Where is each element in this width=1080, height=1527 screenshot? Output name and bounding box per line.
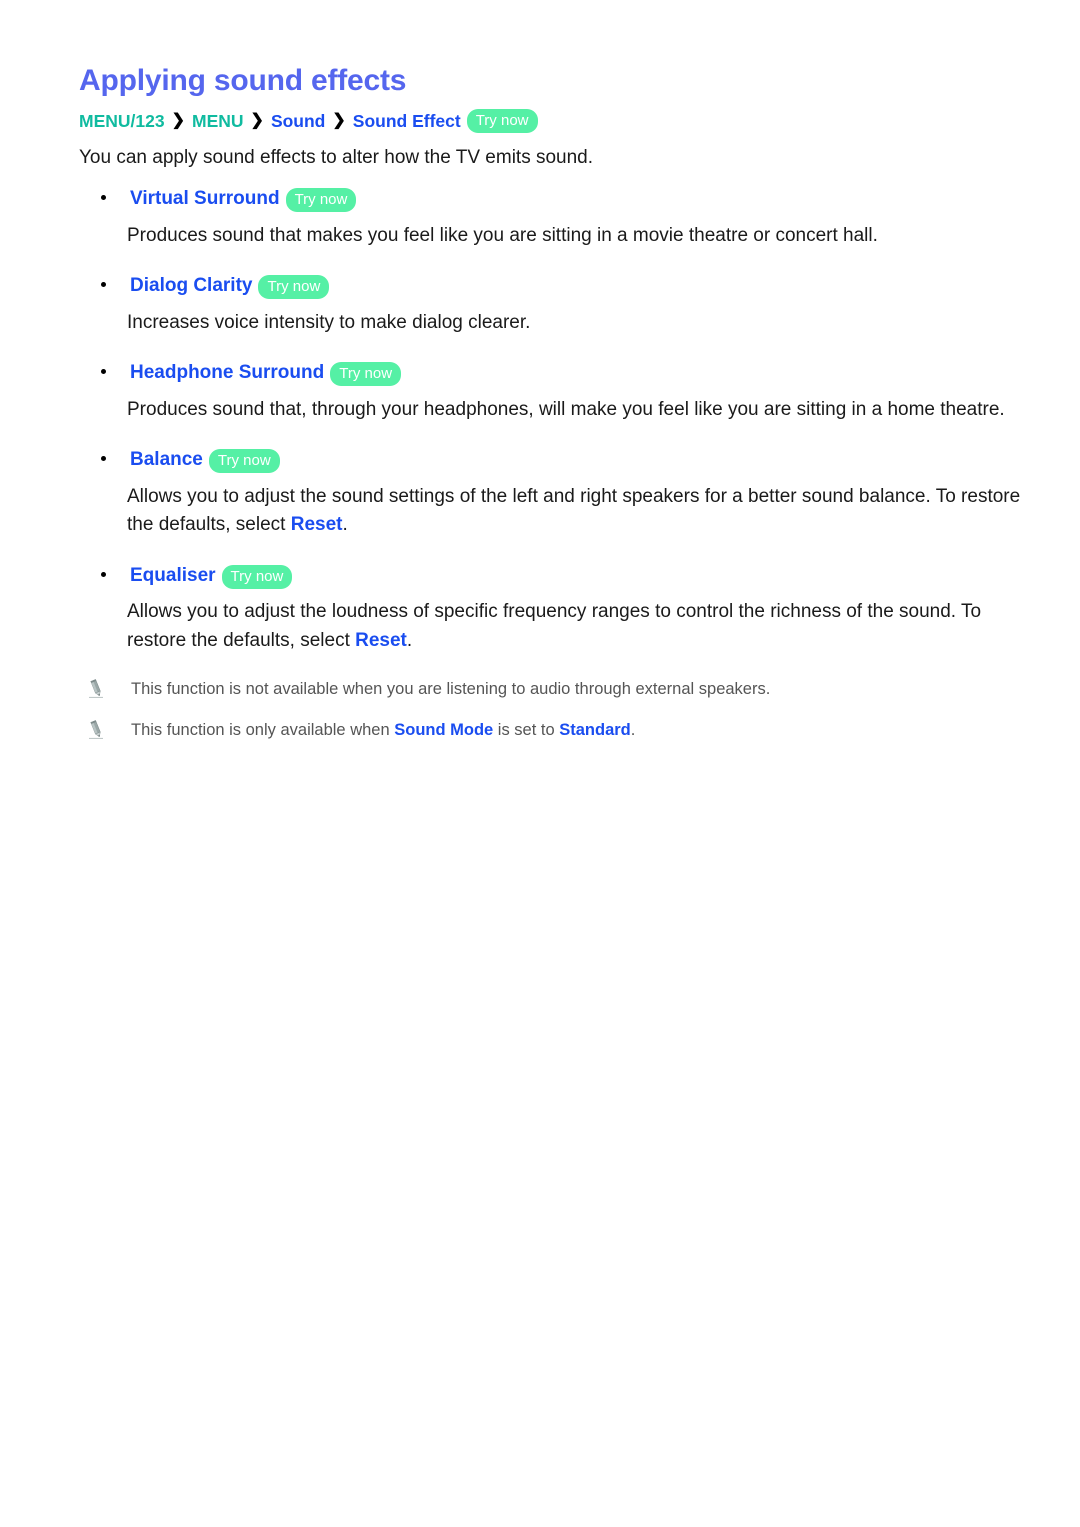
document-page: Applying sound effects MENU/123 ❯ MENU ❯…	[0, 0, 1080, 1527]
item-description-text: Allows you to adjust the sound settings …	[127, 485, 1021, 536]
item-title[interactable]: Headphone Surround	[130, 359, 324, 388]
item-title[interactable]: Dialog Clarity	[130, 272, 252, 301]
item-description-text: Produces sound that, through your headph…	[127, 398, 1005, 420]
reset-link[interactable]: Reset	[291, 514, 343, 535]
item-header-virtual-surround: Virtual Surround Try now	[79, 185, 1034, 214]
bullet-icon	[101, 456, 106, 462]
item-description-text: Allows you to adjust the loudness of spe…	[127, 601, 982, 651]
intro-paragraph: You can apply sound effects to alter how…	[79, 146, 594, 168]
bullet-icon	[101, 369, 106, 375]
breadcrumb-item-menu123[interactable]: MENU/123	[79, 108, 165, 134]
item-description-text-tail: .	[342, 514, 348, 536]
pencil-icon	[87, 679, 105, 699]
footnote-text: This function is only available when Sou…	[131, 718, 635, 743]
item-description: Produces sound that makes you feel like …	[79, 222, 1034, 251]
item-description: Produces sound that, through your headph…	[79, 396, 1034, 425]
try-now-badge[interactable]: Try now	[330, 362, 402, 387]
try-now-badge[interactable]: Try now	[208, 449, 280, 474]
footnote-text-middle: is set to	[493, 721, 560, 740]
list-item: Dialog Clarity Try now Increases voice i…	[79, 272, 1034, 337]
item-description: Allows you to adjust the loudness of spe…	[79, 598, 1034, 655]
bullet-icon	[101, 195, 106, 201]
breadcrumb-item-menu[interactable]: MENU	[192, 108, 244, 134]
standard-link[interactable]: Standard	[559, 721, 631, 739]
try-now-badge[interactable]: Try now	[466, 108, 538, 133]
sound-mode-link[interactable]: Sound Mode	[394, 721, 493, 739]
item-header-equaliser: Equaliser Try now	[79, 562, 1034, 591]
footnote-text-before: This function is not available when you …	[131, 680, 771, 699]
breadcrumb-item-sound[interactable]: Sound	[271, 108, 325, 134]
page-title: Applying sound effects	[79, 64, 407, 97]
breadcrumb-separator-icon: ❯	[171, 111, 185, 129]
breadcrumb: MENU/123 ❯ MENU ❯ Sound ❯ Sound Effect T…	[79, 108, 1034, 134]
sound-effect-list: Virtual Surround Try now Produces sound …	[79, 185, 1034, 655]
breadcrumb-item-sound-effect[interactable]: Sound Effect	[353, 108, 461, 134]
item-title[interactable]: Balance	[130, 446, 203, 475]
item-description: Allows you to adjust the sound settings …	[79, 483, 1034, 540]
bullet-icon	[101, 571, 106, 577]
pencil-icon	[87, 720, 105, 740]
item-description: Increases voice intensity to make dialog…	[79, 309, 1034, 338]
item-title[interactable]: Equaliser	[130, 562, 216, 591]
list-item: Equaliser Try now Allows you to adjust t…	[79, 562, 1034, 656]
breadcrumb-separator-icon: ❯	[250, 111, 264, 129]
try-now-badge[interactable]: Try now	[221, 564, 293, 589]
list-item: Headphone Surround Try now Produces soun…	[79, 359, 1034, 424]
footnote: This function is not available when you …	[79, 677, 1034, 702]
footnote-text: This function is not available when you …	[131, 677, 770, 702]
item-title[interactable]: Virtual Surround	[130, 185, 280, 214]
list-item: Balance Try now Allows you to adjust the…	[79, 446, 1034, 540]
item-description-text-tail: .	[406, 629, 413, 651]
try-now-badge[interactable]: Try now	[285, 188, 357, 213]
item-description-text: Increases voice intensity to make dialog…	[127, 311, 531, 333]
footnotes: This function is not available when you …	[79, 677, 1034, 743]
list-item: Virtual Surround Try now Produces sound …	[79, 185, 1034, 250]
footnote: This function is only available when Sou…	[79, 718, 1034, 743]
breadcrumb-separator-icon: ❯	[332, 111, 346, 129]
item-header-dialog-clarity: Dialog Clarity Try now	[79, 272, 1034, 301]
item-header-headphone-surround: Headphone Surround Try now	[79, 359, 1034, 388]
item-description-text: Produces sound that makes you feel like …	[127, 224, 878, 246]
item-header-balance: Balance Try now	[79, 446, 1034, 475]
try-now-badge[interactable]: Try now	[258, 275, 330, 300]
bullet-icon	[101, 282, 106, 288]
footnote-text-before: This function is only available when	[131, 721, 395, 740]
reset-link[interactable]: Reset	[355, 630, 407, 651]
footnote-text-after: .	[630, 721, 636, 740]
